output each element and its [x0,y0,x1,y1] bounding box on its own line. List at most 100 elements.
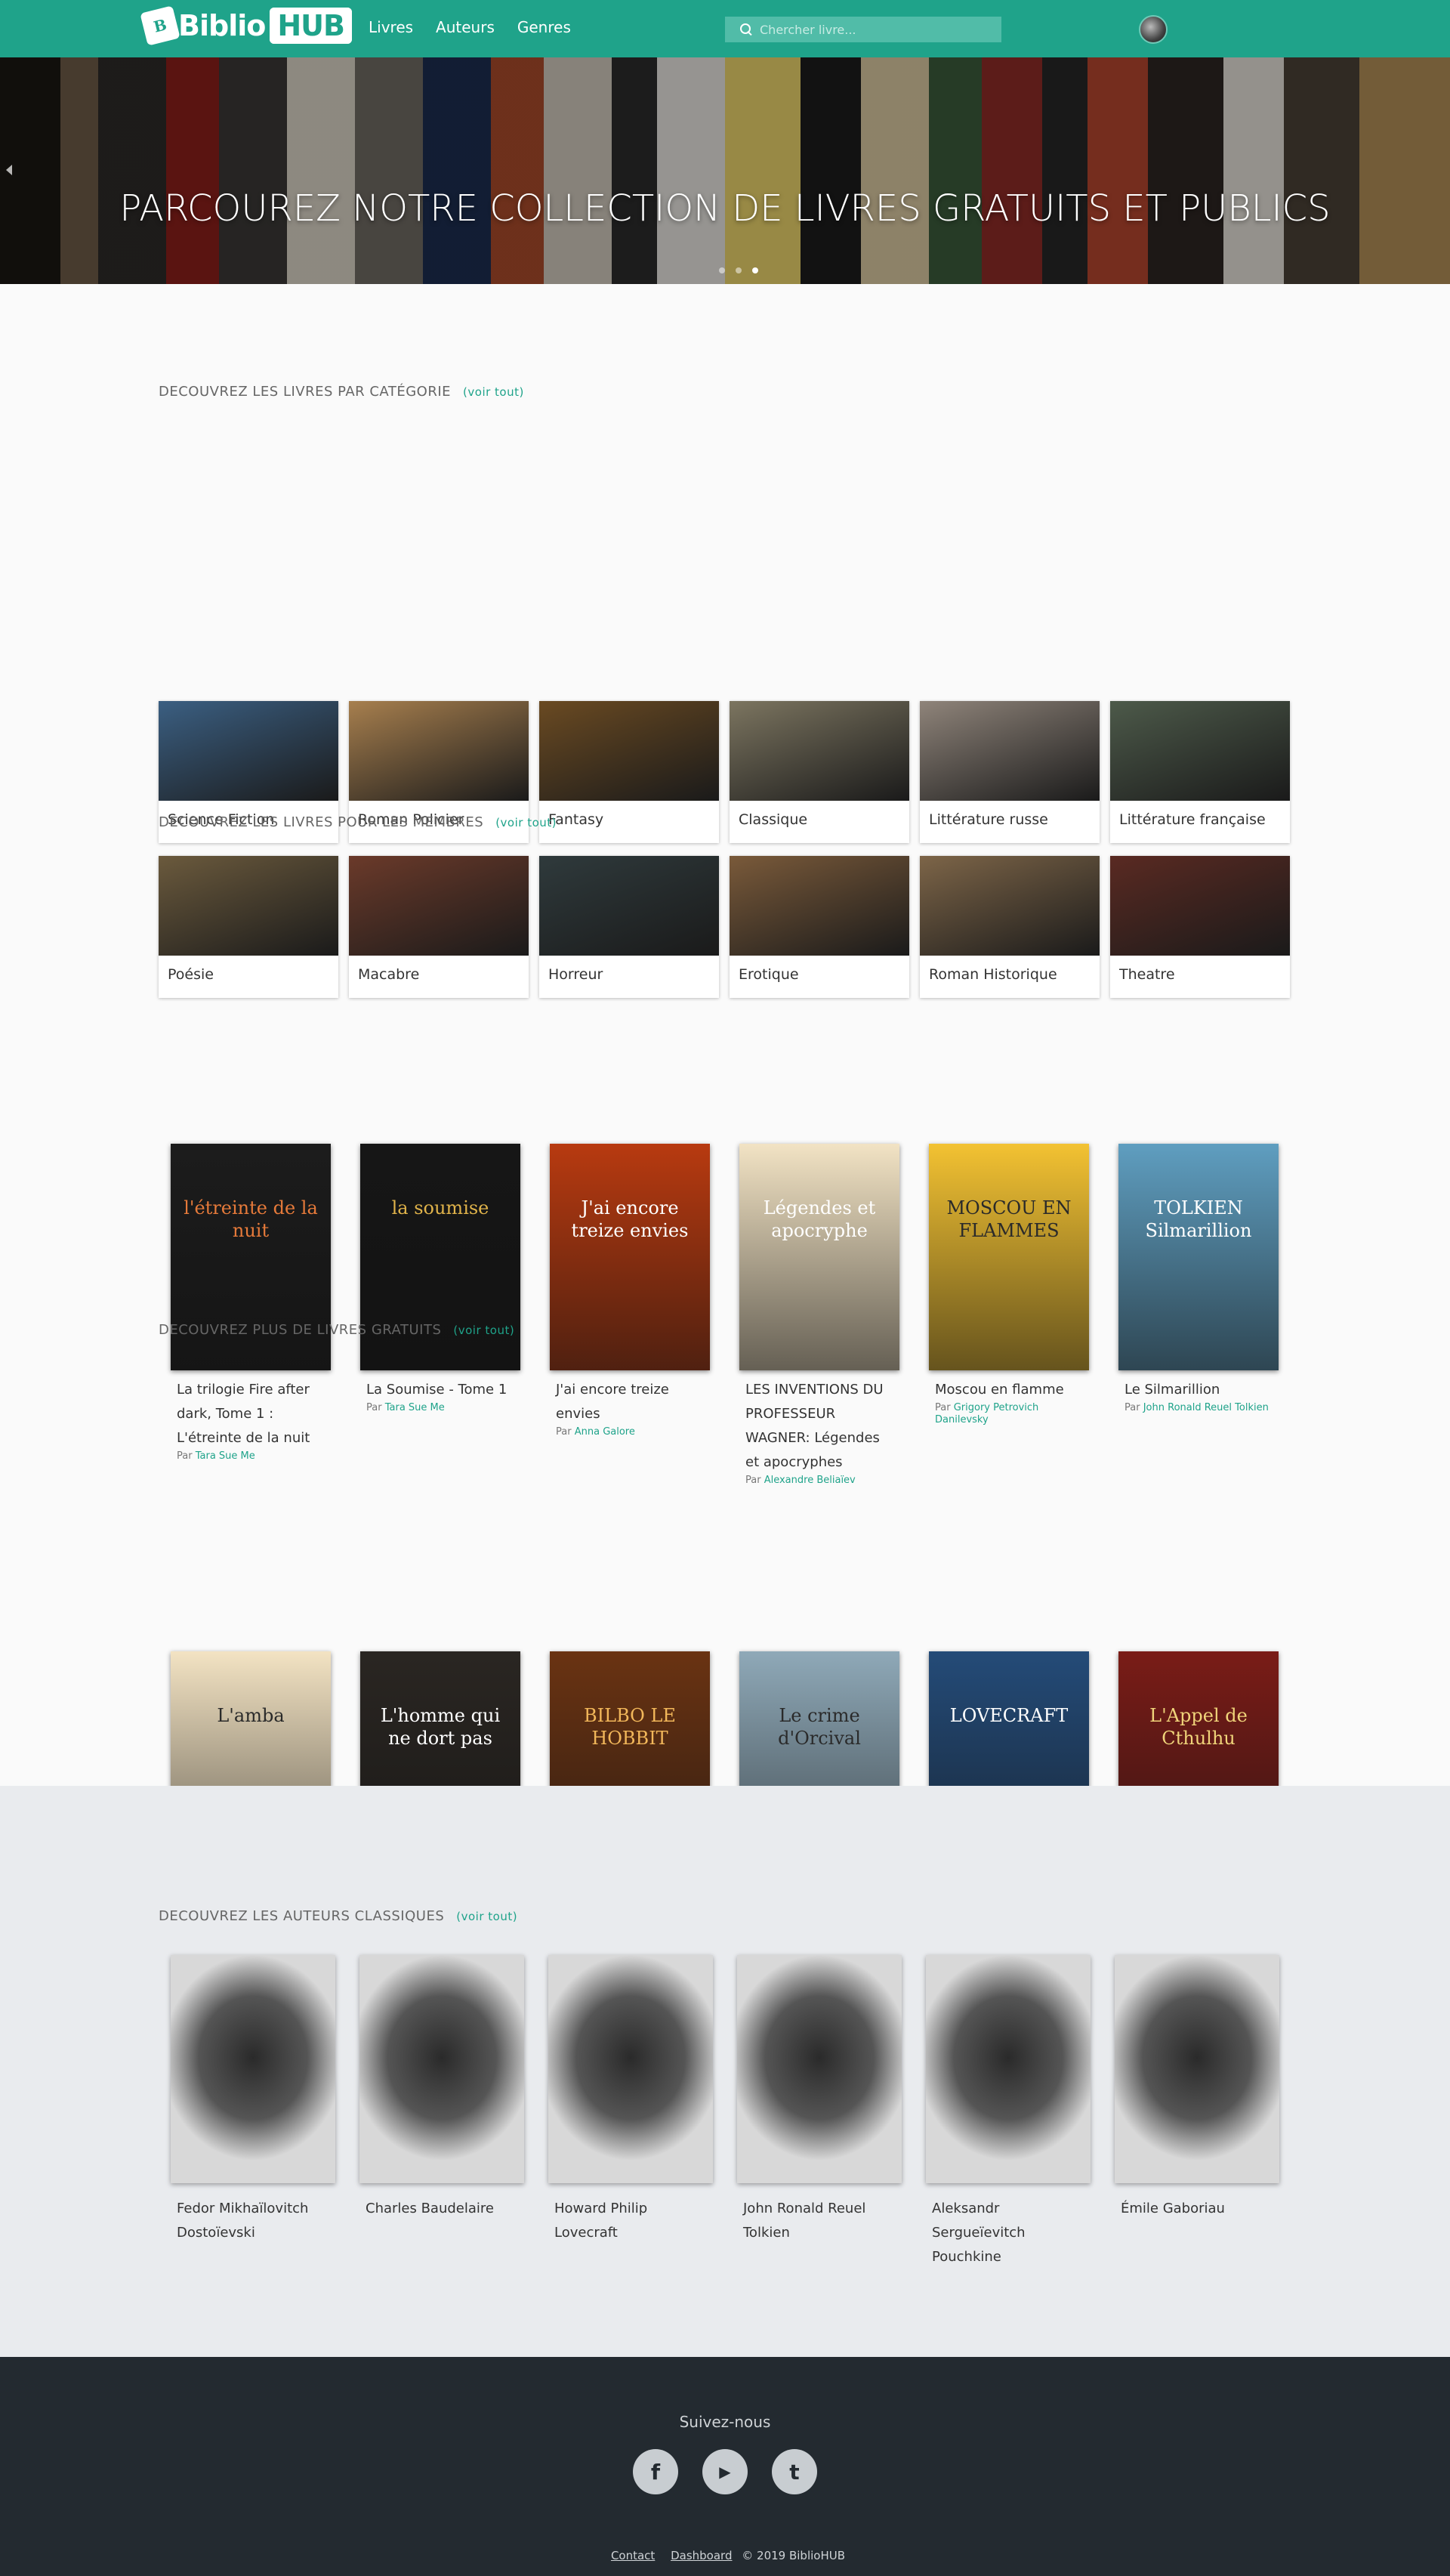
category-card[interactable]: Horreur [539,856,719,998]
book-author-prefix: Par [177,1450,193,1462]
book-cover-text: L'homme qui ne dort pas [380,1705,501,1749]
book-title[interactable]: Le Silmarillion [1118,1378,1279,1402]
author-name[interactable]: Aleksandr Sergueïevitch Pouchkine [926,2197,1091,2269]
dashboard-link[interactable]: Dashboard [671,2549,732,2562]
category-card[interactable]: Littérature russe [920,701,1100,843]
category-image [349,701,529,801]
book-cover-text: Le crime d'Orcival [778,1705,861,1749]
nav-link-livres[interactable]: Livres [369,18,413,36]
category-image [159,701,338,801]
author-photo[interactable] [171,1955,335,2183]
category-image [730,701,909,801]
category-card[interactable]: Poésie [159,856,338,998]
author-photo[interactable] [737,1955,902,2183]
category-label: Horreur [548,966,603,983]
nav-link-auteurs[interactable]: Auteurs [436,18,495,36]
nav-link-genres[interactable]: Genres [517,18,571,36]
category-card[interactable]: Theatre [1110,856,1290,998]
category-card[interactable]: Macabre [349,856,529,998]
author-name[interactable]: Howard Philip Lovecraft [548,2197,713,2245]
category-card[interactable]: Classique [730,701,909,843]
footer: Suivez-nous f ▶ t Contact Dashboard © 20… [0,2357,1450,2576]
book-title[interactable]: J'ai encore treize envies [550,1378,710,1426]
book-cover[interactable]: J'ai encore treize envies [550,1144,710,1370]
author-card[interactable]: Fedor Mikhaïlovitch Dostoïevski [171,1955,335,2245]
category-image [159,856,338,956]
author-photo[interactable] [926,1955,1091,2183]
book-author-link[interactable]: Alexandre Beliaïev [764,1475,856,1486]
book-title[interactable]: La trilogie Fire after dark, Tome 1 : L'… [171,1378,331,1450]
contact-link[interactable]: Contact [611,2549,655,2562]
see-all-link[interactable]: (voir tout) [495,816,557,829]
copyright: © 2019 BiblioHUB [742,2549,846,2562]
book-card[interactable]: MOSCOU EN FLAMMES Moscou en flamme Par Gri… [929,1144,1089,1426]
book-card[interactable]: Légendes et apocryphe LES INVENTIONS DU P… [739,1144,899,1487]
book-cover[interactable]: Légendes et apocryphe [739,1144,899,1370]
category-image [349,856,529,956]
twitter-icon[interactable]: t [772,2449,817,2494]
book-cover-text: BILBO LE HOBBIT [584,1705,676,1749]
user-avatar[interactable] [1139,15,1168,44]
category-label: Littérature française [1119,811,1266,828]
author-name[interactable]: John Ronald Reuel Tolkien [737,2197,902,2245]
book-author: Par Alexandre Beliaïev [739,1475,899,1487]
author-card[interactable]: Émile Gaboriau [1115,1955,1279,2221]
author-card[interactable]: Charles Baudelaire [359,1955,524,2221]
hero-title: PARCOUREZ NOTRE COLLECTION DE LIVRES GRA… [119,187,1331,230]
nav-links: Livres Auteurs Genres [369,18,571,36]
carousel-dot-active[interactable] [752,267,758,273]
author-name[interactable]: Émile Gaboriau [1115,2197,1279,2221]
youtube-icon[interactable]: ▶ [702,2449,748,2494]
book-cover[interactable]: MOSCOU EN FLAMMES [929,1144,1089,1370]
carousel-dot[interactable] [736,267,742,273]
facebook-icon[interactable]: f [633,2449,678,2494]
book-author-prefix: Par [935,1402,951,1413]
book-title[interactable]: LES INVENTIONS DU PROFESSEUR WAGNER: Lég… [739,1378,899,1475]
category-image [539,701,719,801]
book-cover[interactable]: TOLKIEN Silmarillion [1118,1144,1279,1370]
book-cover-text: TOLKIEN Silmarillion [1145,1197,1252,1241]
book-cover-text: Légendes et apocryphe [763,1197,876,1241]
author-card[interactable]: Aleksandr Sergueïevitch Pouchkine [926,1955,1091,2269]
category-image [920,701,1100,801]
logo[interactable]: B Biblio HUB [140,5,352,46]
author-card[interactable]: Howard Philip Lovecraft [548,1955,713,2245]
authors-section: DECOUVREZ LES AUTEURS CLASSIQUES (voir to… [0,1786,1450,2357]
book-title[interactable]: Moscou en flamme [929,1378,1089,1402]
category-image [730,856,909,956]
book-author-link[interactable]: Tara Sue Me [196,1450,255,1462]
book-author-prefix: Par [366,1402,382,1413]
carousel-prev-icon[interactable] [6,165,12,175]
category-card[interactable]: Fantasy [539,701,719,843]
book-card[interactable]: la soumise La Soumise - Tome 1 Par Tara Su… [360,1144,520,1414]
author-card[interactable]: John Ronald Reuel Tolkien [737,1955,902,2245]
carousel-dot[interactable] [719,267,725,273]
author-name[interactable]: Fedor Mikhaïlovitch Dostoïevski [171,2197,335,2245]
category-card[interactable]: Erotique [730,856,909,998]
book-card[interactable]: J'ai encore treize envies J'ai encore tre… [550,1144,710,1438]
book-title[interactable]: La Soumise - Tome 1 [360,1378,520,1402]
see-all-link[interactable]: (voir tout) [463,385,524,399]
category-image [1110,856,1290,956]
author-photo[interactable] [1115,1955,1279,2183]
author-photo[interactable] [359,1955,524,2183]
book-cover-text: J'ai encore treize envies [571,1197,689,1241]
author-name[interactable]: Charles Baudelaire [359,2197,524,2221]
book-author-link[interactable]: Grigory Petrovich Danilevsky [935,1402,1038,1425]
search-icon [740,23,752,36]
category-card[interactable]: Littérature française [1110,701,1290,843]
book-author-prefix: Par [1125,1402,1140,1413]
book-card[interactable]: l'étreinte de la nuit La trilogie Fire af… [171,1144,331,1463]
search-input[interactable] [760,22,986,37]
book-author-link[interactable]: Anna Galore [575,1426,635,1438]
category-card[interactable]: Roman Historique [920,856,1100,998]
see-all-link[interactable]: (voir tout) [456,1910,517,1923]
book-author: Par John Ronald Reuel Tolkien [1118,1402,1279,1414]
book-author-link[interactable]: John Ronald Reuel Tolkien [1143,1402,1269,1413]
book-card[interactable]: TOLKIEN Silmarillion Le Silmarillion Par J… [1118,1144,1279,1414]
search-box [725,17,1001,42]
navbar: B Biblio HUB Livres Auteurs Genres [0,0,1450,57]
author-photo[interactable] [548,1955,713,2183]
book-author-link[interactable]: Tara Sue Me [385,1402,445,1413]
see-all-link[interactable]: (voir tout) [453,1324,514,1337]
